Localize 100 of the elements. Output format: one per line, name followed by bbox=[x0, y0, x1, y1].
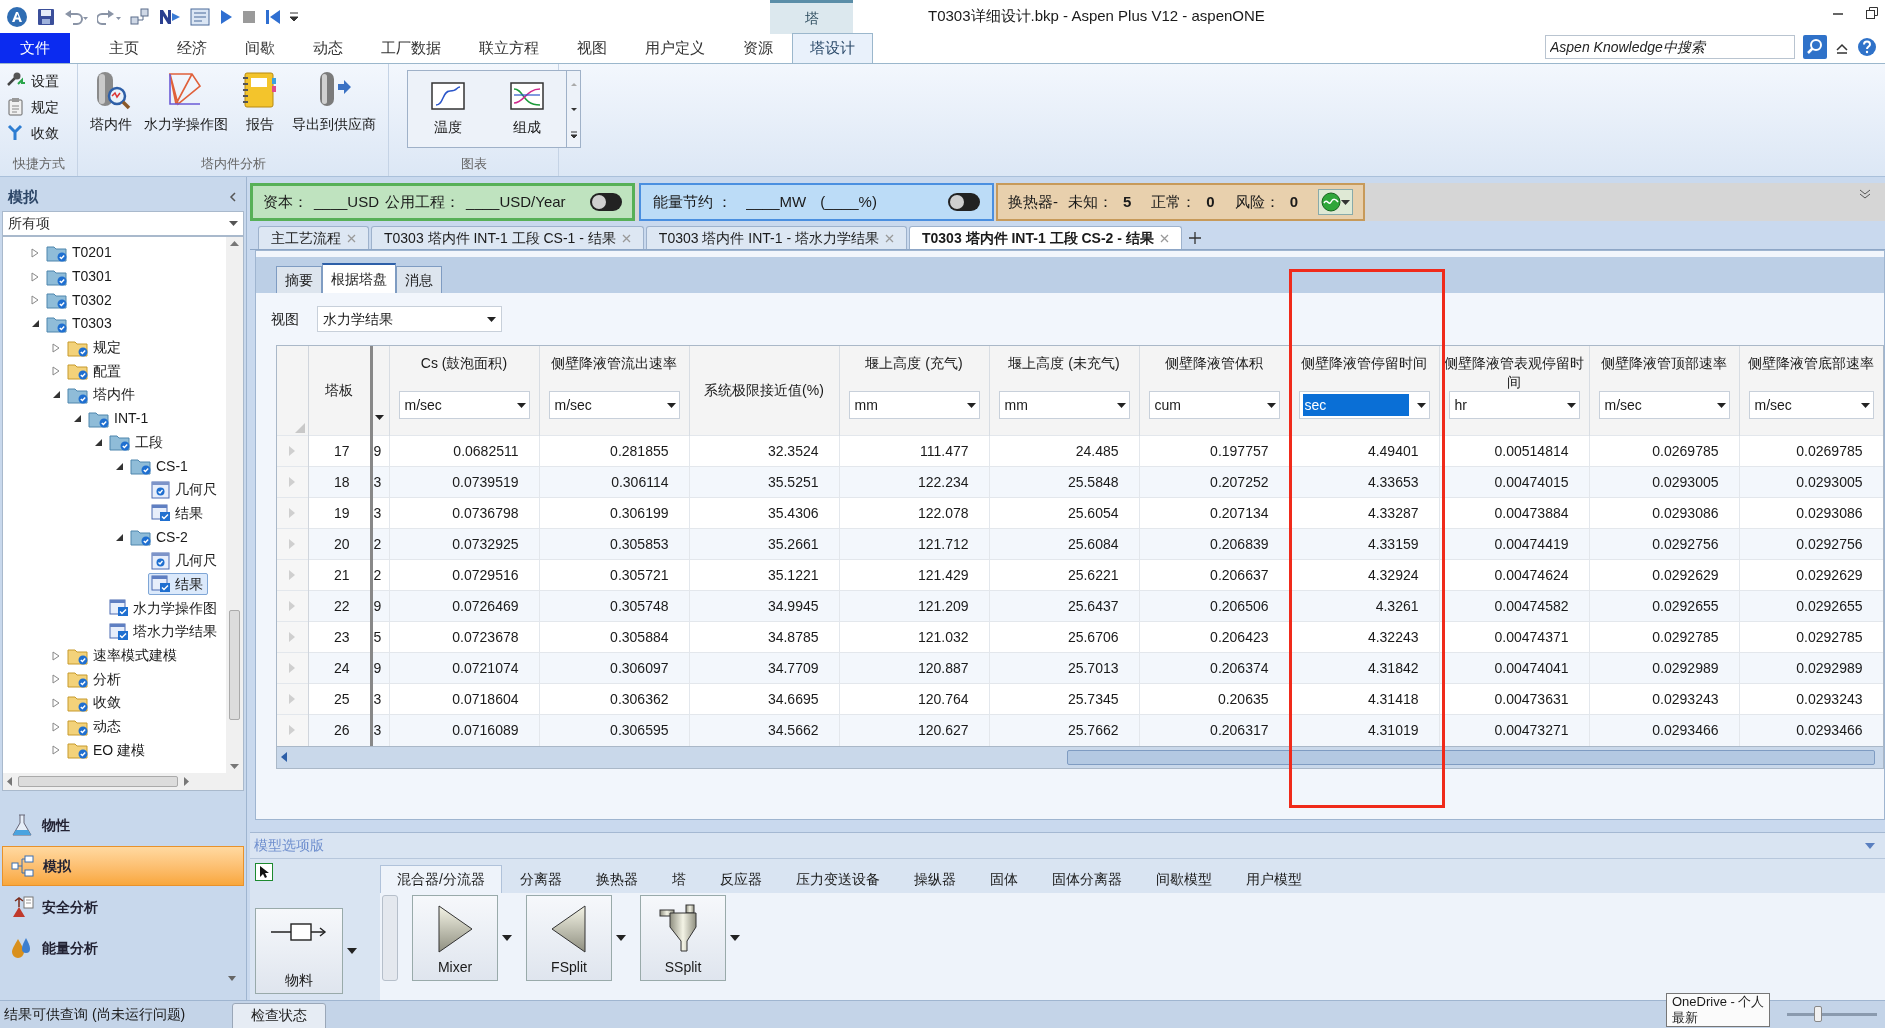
model-menu-arrow-icon[interactable] bbox=[502, 935, 512, 941]
nav-button[interactable]: 安全分析 bbox=[2, 887, 244, 927]
ribbon-tab[interactable]: 视图 bbox=[558, 33, 626, 63]
unit-dropdown[interactable]: m/sec bbox=[1748, 391, 1874, 419]
tree-item[interactable]: 配置 bbox=[64, 360, 126, 383]
scrollbar-thumb[interactable] bbox=[1067, 749, 1875, 765]
nav-button[interactable]: 能量分析 bbox=[2, 928, 244, 968]
collapsed-arrow-icon[interactable] bbox=[52, 674, 60, 685]
collapsed-arrow-icon[interactable] bbox=[31, 295, 39, 306]
tree-item[interactable]: INT-1 bbox=[85, 407, 154, 430]
ribbon-button[interactable]: 设置 bbox=[6, 70, 59, 92]
unit-dropdown[interactable]: mm bbox=[848, 391, 980, 419]
ribbon-button[interactable]: 报告 bbox=[234, 64, 286, 154]
scrollbar-thumb[interactable] bbox=[18, 776, 178, 787]
sub-tab[interactable]: 摘要 bbox=[276, 266, 322, 293]
tree-item[interactable]: 速率模式建模 bbox=[64, 644, 182, 667]
ribbon-tab[interactable]: 经济 bbox=[158, 33, 226, 63]
expanded-arrow-icon[interactable] bbox=[51, 390, 61, 400]
palette-tab[interactable]: 换热器 bbox=[579, 865, 654, 893]
unit-dropdown[interactable]: m/sec bbox=[1598, 391, 1730, 419]
ribbon-tab[interactable]: 塔设计 bbox=[792, 33, 873, 63]
status-menu-button[interactable] bbox=[1318, 189, 1354, 215]
reset-icon[interactable] bbox=[265, 9, 281, 25]
ribbon-button[interactable]: 导出到供应商 bbox=[286, 64, 382, 154]
ribbon-tab[interactable]: 工厂数据 bbox=[362, 33, 460, 63]
unit-dropdown[interactable]: m/sec bbox=[398, 391, 530, 419]
palette-model-button[interactable]: 物料 bbox=[255, 908, 343, 994]
close-icon[interactable] bbox=[1159, 233, 1169, 243]
document-tab[interactable]: T0303 塔内件 INT-1 - 塔水力学结果 bbox=[645, 226, 907, 249]
collapsed-arrow-icon[interactable] bbox=[52, 697, 60, 708]
expanded-arrow-icon[interactable] bbox=[114, 461, 124, 471]
customize-arrow-icon[interactable] bbox=[290, 12, 298, 22]
redo-icon[interactable] bbox=[97, 9, 121, 25]
document-tab[interactable]: 主工艺流程 bbox=[258, 226, 369, 249]
chart-gallery-item[interactable]: 温度 bbox=[408, 71, 487, 147]
tree-item[interactable]: T0302 bbox=[43, 289, 117, 312]
document-tab[interactable]: T0303 塔内件 INT-1 工段 CS-1 - 结果 bbox=[371, 226, 644, 249]
filter-dropdown[interactable]: 所有项 bbox=[2, 211, 244, 236]
collapsed-arrow-icon[interactable] bbox=[52, 366, 60, 377]
tree-item[interactable]: 收敛 bbox=[64, 691, 126, 714]
save-icon[interactable] bbox=[37, 8, 55, 26]
collapse-palette-icon[interactable] bbox=[1865, 842, 1875, 849]
stop-icon[interactable] bbox=[242, 10, 256, 24]
expanded-arrow-icon[interactable] bbox=[30, 319, 40, 329]
more-down-icon[interactable] bbox=[228, 976, 236, 982]
ribbon-tab[interactable]: 用户定义 bbox=[626, 33, 724, 63]
collapsed-arrow-icon[interactable] bbox=[52, 650, 60, 661]
collapsed-arrow-icon[interactable] bbox=[52, 745, 60, 756]
palette-tab[interactable]: 间歇模型 bbox=[1139, 865, 1228, 893]
zoom-slider-thumb[interactable] bbox=[1814, 1006, 1822, 1022]
chart-gallery-item[interactable]: 组成 bbox=[487, 71, 566, 147]
scroll-left-icon[interactable] bbox=[6, 777, 12, 786]
ribbon-button[interactable]: 塔内件 bbox=[84, 64, 138, 154]
ribbon-button[interactable]: 水力学操作图 bbox=[138, 64, 234, 154]
ribbon-button[interactable]: 收敛 bbox=[6, 122, 59, 144]
tree-item[interactable]: EO 建模 bbox=[64, 739, 151, 762]
help-icon[interactable] bbox=[1857, 37, 1877, 57]
unit-dropdown[interactable]: m/sec bbox=[548, 391, 680, 419]
tree-item[interactable]: 塔水力学结果 bbox=[106, 620, 222, 643]
scroll-right-icon[interactable] bbox=[184, 777, 190, 786]
collapse-pane-icon[interactable] bbox=[228, 191, 238, 203]
unit-dropdown[interactable]: mm bbox=[998, 391, 1130, 419]
close-icon[interactable] bbox=[885, 233, 894, 243]
network-icon[interactable] bbox=[130, 8, 150, 26]
unit-dropdown[interactable]: cum bbox=[1148, 391, 1280, 419]
toggle-switch[interactable] bbox=[948, 193, 980, 211]
file-menu-tab[interactable]: 文件 bbox=[0, 33, 70, 63]
next-icon[interactable] bbox=[159, 8, 181, 26]
tree-item[interactable]: 工段 bbox=[106, 431, 168, 454]
model-menu-arrow-icon[interactable] bbox=[616, 935, 626, 941]
model-menu-arrow-icon[interactable] bbox=[347, 948, 357, 954]
select-tool-icon[interactable] bbox=[255, 863, 273, 881]
close-icon[interactable] bbox=[621, 233, 631, 243]
ribbon-button[interactable]: 规定 bbox=[6, 96, 59, 118]
palette-tab[interactable]: 操纵器 bbox=[897, 865, 972, 893]
expanded-arrow-icon[interactable] bbox=[114, 532, 124, 542]
scroll-up-icon[interactable] bbox=[230, 240, 239, 246]
tree-item[interactable]: 几何尺 bbox=[148, 478, 222, 501]
scrollbar-thumb[interactable] bbox=[229, 610, 240, 720]
run-icon[interactable] bbox=[219, 9, 233, 25]
document-tab[interactable]: T0303 塔内件 INT-1 工段 CS-2 - 结果 bbox=[909, 226, 1182, 249]
palette-model-button[interactable]: Mixer bbox=[412, 895, 498, 981]
tree-item[interactable]: 规定 bbox=[64, 336, 126, 359]
nav-button[interactable]: 物性 bbox=[2, 805, 244, 845]
model-menu-arrow-icon[interactable] bbox=[730, 935, 740, 941]
scroll-down-icon[interactable] bbox=[230, 764, 239, 770]
close-icon[interactable] bbox=[347, 233, 356, 243]
palette-tab[interactable]: 压力变送设备 bbox=[779, 865, 896, 893]
nav-button[interactable]: 模拟 bbox=[2, 846, 244, 886]
toggle-switch[interactable] bbox=[590, 193, 622, 211]
view-dropdown[interactable]: 水力学结果 bbox=[317, 306, 502, 332]
palette-tab[interactable]: 固体分离器 bbox=[1035, 865, 1138, 893]
tree-item[interactable]: 结果 bbox=[148, 502, 208, 525]
tree-item[interactable]: CS-2 bbox=[127, 526, 193, 549]
tree-item[interactable]: CS-1 bbox=[127, 455, 193, 478]
add-tab-icon[interactable] bbox=[1187, 231, 1202, 245]
tree-item[interactable]: T0303 bbox=[43, 312, 117, 335]
sub-tab[interactable]: 消息 bbox=[396, 266, 442, 293]
palette-tab[interactable]: 固体 bbox=[973, 865, 1034, 893]
palette-tab[interactable]: 混合器/分流器 bbox=[380, 865, 502, 893]
